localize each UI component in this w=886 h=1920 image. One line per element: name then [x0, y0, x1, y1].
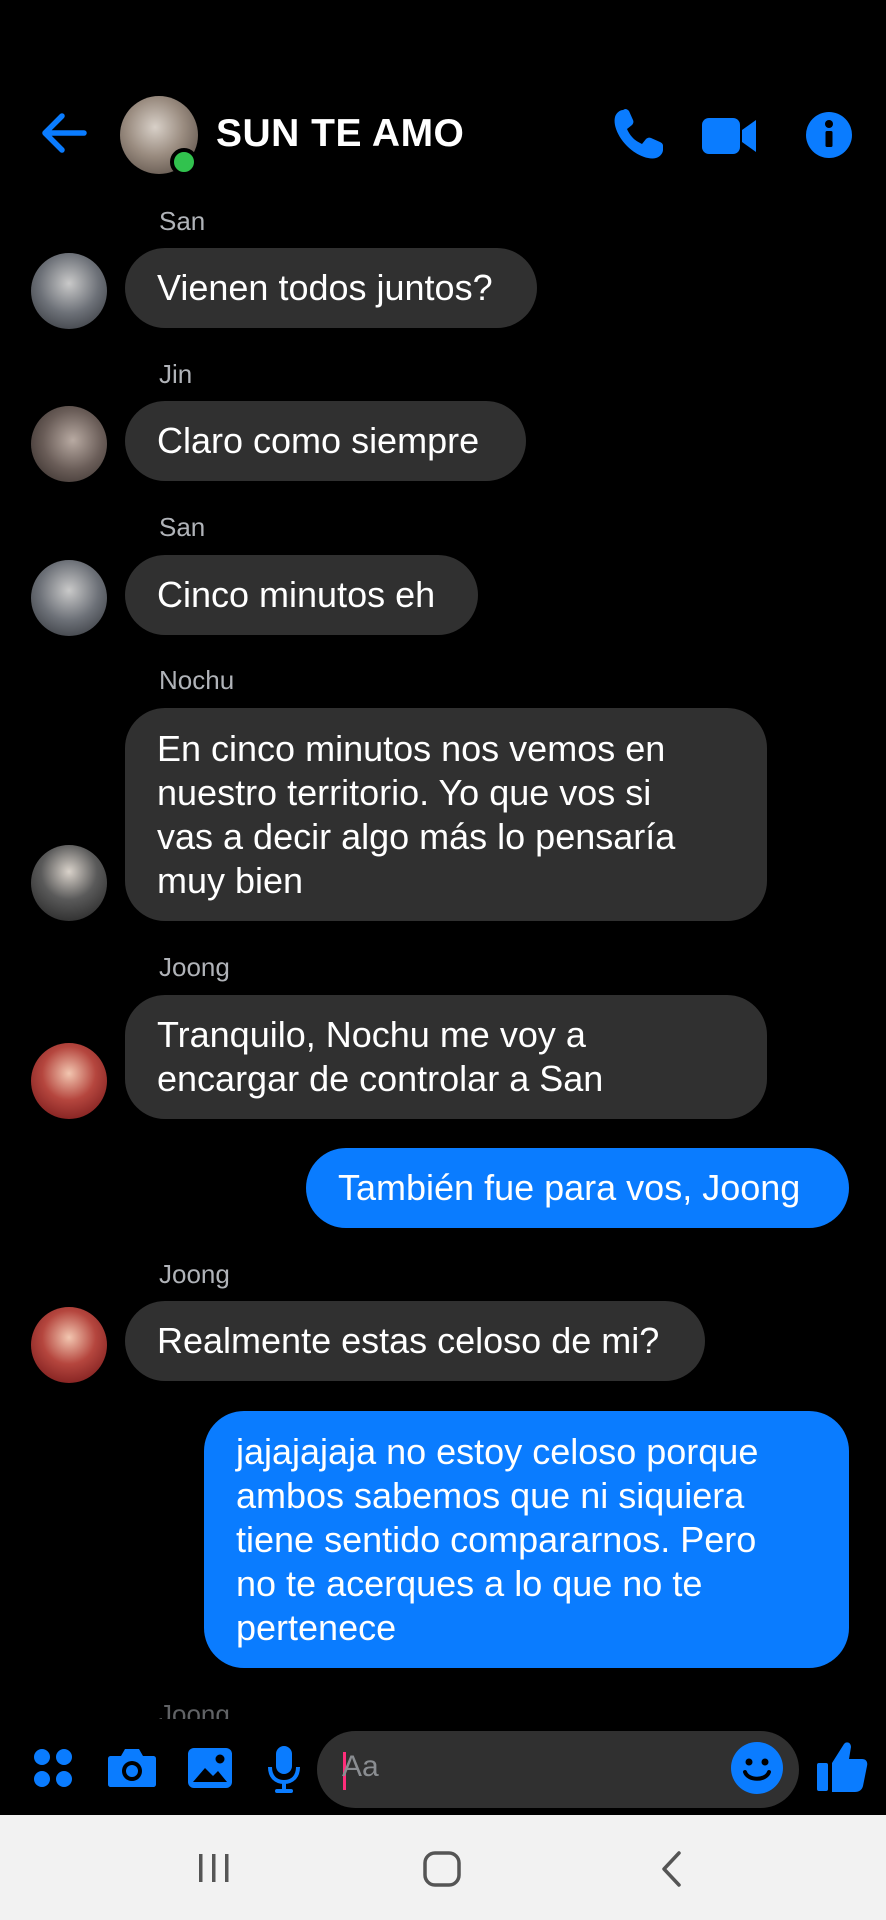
- online-status-dot: [170, 148, 198, 176]
- phone-icon[interactable]: [610, 106, 666, 164]
- thumbs-up-icon[interactable]: [815, 1739, 869, 1800]
- message-line: Tranquilo, Nochu me voy a: [157, 1014, 586, 1055]
- avatar[interactable]: [31, 253, 107, 329]
- avatar[interactable]: [31, 1307, 107, 1383]
- message-bubble[interactable]: En cinco minutos nos vemos en nuestro te…: [125, 708, 767, 921]
- message-line: pertenece: [236, 1606, 397, 1648]
- sender-name: Nochu: [159, 665, 235, 695]
- home-icon[interactable]: [422, 1851, 462, 1892]
- message-bubble[interactable]: Tranquilo, Nochu me voy a encargar de co…: [125, 995, 767, 1119]
- sender-name: Joong: [159, 952, 230, 982]
- message-bubble[interactable]: Cinco minutos eh: [125, 555, 478, 635]
- message-input-placeholder: Aa: [342, 1750, 379, 1783]
- sender-name: Jin: [159, 359, 193, 389]
- message-line: no te acerques a lo que no te: [236, 1562, 703, 1604]
- sent-message-bubble[interactable]: También fue para vos, Joong: [306, 1148, 849, 1228]
- message-line: En cinco minutos nos vemos en: [157, 727, 666, 769]
- back-nav-icon[interactable]: [657, 1850, 687, 1893]
- info-icon[interactable]: [805, 106, 853, 164]
- message-text: También fue para vos, Joong: [338, 1167, 801, 1208]
- message-line: nuestro territorio. Yo que vos si: [157, 771, 652, 813]
- message-line: ambos sabemos que ni siquiera: [236, 1474, 745, 1516]
- message-line: tiene sentido compararnos. Pero: [236, 1518, 757, 1560]
- message-line: muy bien: [157, 859, 304, 901]
- camera-icon[interactable]: [107, 1740, 157, 1796]
- message-text: Cinco minutos eh: [157, 574, 436, 615]
- message-text: Vienen todos juntos?: [157, 267, 493, 308]
- message-input[interactable]: [317, 1731, 799, 1808]
- message-bubble[interactable]: Claro como siempre: [125, 401, 526, 481]
- avatar[interactable]: [31, 1043, 107, 1119]
- gallery-icon[interactable]: [187, 1740, 233, 1796]
- avatar[interactable]: [31, 845, 107, 921]
- recent-apps-icon[interactable]: [194, 1850, 234, 1891]
- message-bubble[interactable]: Vienen todos juntos?: [125, 248, 537, 328]
- sender-name: San: [159, 512, 206, 542]
- sender-name: Joong: [159, 1699, 230, 1719]
- sender-name: Joong: [159, 1259, 230, 1289]
- message-bubble[interactable]: Realmente estas celoso de mi?: [125, 1301, 705, 1381]
- video-camera-icon[interactable]: [700, 106, 758, 164]
- microphone-icon[interactable]: [264, 1740, 304, 1796]
- sent-message-bubble[interactable]: jajajajaja no estoy celoso porque ambos …: [204, 1411, 849, 1668]
- sender-name: San: [159, 206, 206, 236]
- message-text: Claro como siempre: [157, 420, 480, 461]
- message-text: Realmente estas celoso de mi?: [157, 1320, 660, 1361]
- message-line: vas a decir algo más lo pensaría: [157, 815, 676, 857]
- avatar[interactable]: [31, 406, 107, 482]
- avatar[interactable]: [31, 560, 107, 636]
- apps-grid-icon[interactable]: [31, 1740, 75, 1796]
- message-line: encargar de controlar a San: [157, 1058, 604, 1099]
- emoji-icon[interactable]: [730, 1741, 784, 1800]
- message-line: jajajajaja no estoy celoso porque: [236, 1430, 759, 1472]
- conversation-title[interactable]: SUN TE AMO: [216, 112, 464, 156]
- back-arrow-icon[interactable]: [38, 108, 98, 160]
